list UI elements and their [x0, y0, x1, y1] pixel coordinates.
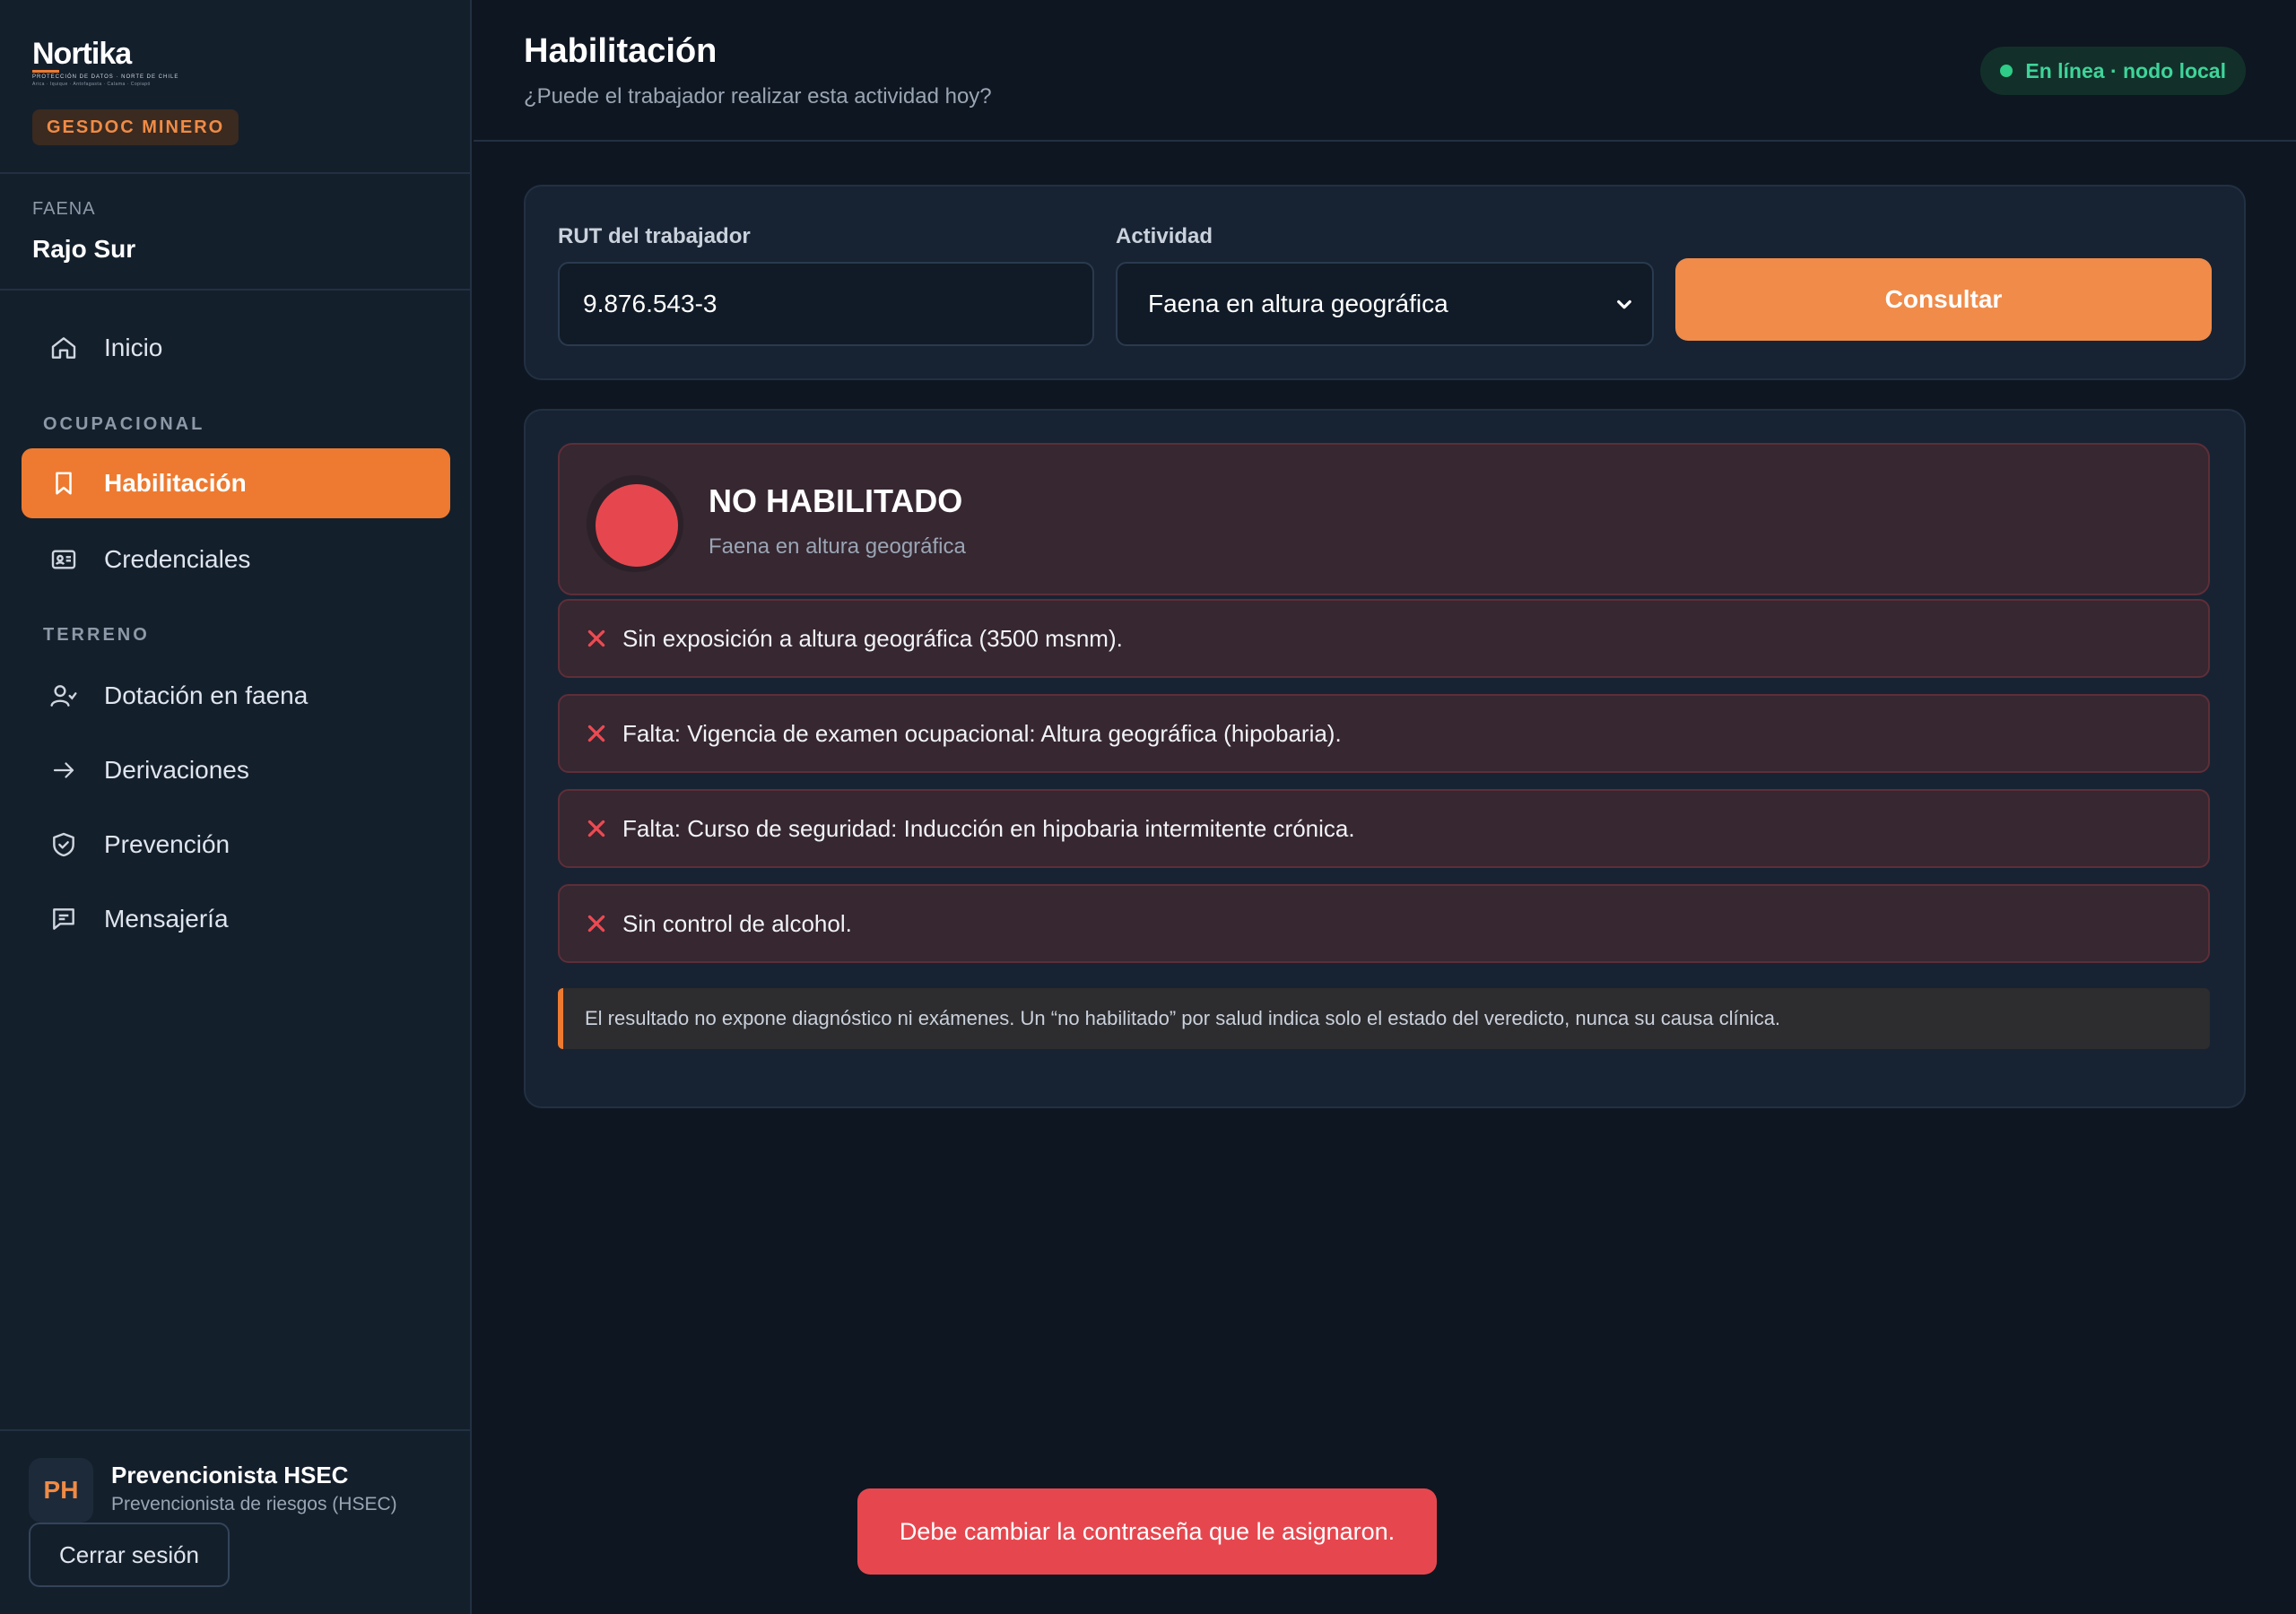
- divider: [0, 289, 472, 291]
- privacy-notice: El resultado no expone diagnóstico ni ex…: [558, 988, 2210, 1049]
- reason-text: Sin control de alcohol.: [622, 909, 852, 937]
- reason-text: Falta: Curso de seguridad: Inducción en …: [622, 814, 1355, 842]
- divider: [0, 1429, 472, 1431]
- site-label: FAENA: [32, 199, 96, 219]
- nav-label: Dotación en faena: [104, 681, 309, 709]
- bookmark-icon: [48, 468, 79, 499]
- nav-item-prevencion[interactable]: Prevención: [22, 810, 450, 880]
- nav-item-credenciales[interactable]: Credenciales: [22, 525, 450, 594]
- id-card-icon: [48, 544, 79, 575]
- activity-select[interactable]: Faena en altura geográfica: [1116, 262, 1654, 346]
- verdict-activity: Faena en altura geográfica: [709, 534, 966, 559]
- nav-item-derivaciones[interactable]: Derivaciones: [22, 735, 450, 805]
- nav-label: Prevención: [104, 830, 230, 858]
- activity-label: Actividad: [1116, 224, 1213, 248]
- reason-item: Falta: Vigencia de examen ocupacional: A…: [558, 694, 2210, 773]
- nav-section-terreno: TERRENO: [43, 625, 150, 645]
- page-subtitle: ¿Puede el trabajador realizar esta activ…: [524, 84, 992, 108]
- reason-text: Falta: Vigencia de examen ocupacional: A…: [622, 719, 1342, 747]
- shield-check-icon: [48, 829, 79, 860]
- divider: [0, 172, 472, 174]
- message-icon: [48, 904, 79, 934]
- nav-label: Derivaciones: [104, 756, 249, 784]
- status-text: En línea · nodo local: [2025, 58, 2226, 82]
- avatar: PH: [29, 1458, 93, 1523]
- activity-select-value: Faena en altura geográfica: [1148, 290, 1448, 317]
- nav-label: Inicio: [104, 334, 163, 361]
- chevron-down-icon: [1611, 291, 1638, 324]
- rut-label: RUT del trabajador: [558, 224, 751, 248]
- user-check-icon: [48, 681, 79, 711]
- query-card: RUT del trabajador Actividad Faena en al…: [524, 185, 2246, 380]
- nav-item-inicio[interactable]: Inicio: [22, 313, 450, 383]
- reason-item: Sin control de alcohol.: [558, 884, 2210, 963]
- nav-label: Credenciales: [104, 545, 251, 573]
- logo-cities: Arica · Iquique · Antofagasta · Calama ·…: [32, 82, 151, 87]
- nav-label: Habilitación: [104, 469, 247, 497]
- nav-item-mensajeria[interactable]: Mensajería: [22, 884, 450, 954]
- status-red-dot-icon: [596, 484, 678, 567]
- site-value: Rajo Sur: [32, 235, 136, 263]
- verdict-title: NO HABILITADO: [709, 482, 963, 519]
- nav-item-dotacion[interactable]: Dotación en faena: [22, 661, 450, 731]
- x-icon: [585, 817, 608, 840]
- nav-label: Mensajería: [104, 905, 229, 933]
- sidebar: Nortika PROTECCIÓN DE DATOS · NORTE DE C…: [0, 0, 472, 1614]
- status-badge: En línea · nodo local: [1980, 47, 2246, 95]
- verdict-banner: NO HABILITADO Faena en altura geográfica: [558, 443, 2210, 595]
- rut-input[interactable]: [558, 262, 1094, 346]
- home-icon: [48, 333, 79, 363]
- reason-text: Sin exposición a altura geográfica (3500…: [622, 624, 1123, 652]
- brand-logo: Nortika PROTECCIÓN DE DATOS · NORTE DE C…: [32, 36, 178, 87]
- consultar-button[interactable]: Consultar: [1675, 258, 2212, 341]
- user-role: Prevencionista de riesgos (HSEC): [111, 1494, 397, 1514]
- password-toast[interactable]: Debe cambiar la contraseña que le asigna…: [857, 1488, 1437, 1575]
- logout-button[interactable]: Cerrar sesión: [29, 1523, 230, 1587]
- status-dot-icon: [2000, 65, 2013, 77]
- user-name: Prevencionista HSEC: [111, 1462, 349, 1488]
- x-icon: [585, 912, 608, 935]
- page-title: Habilitación: [524, 32, 718, 70]
- product-badge: GESDOC MINERO: [32, 109, 239, 145]
- logo-tagline: PROTECCIÓN DE DATOS · NORTE DE CHILE: [32, 74, 179, 80]
- page-header: Habilitación ¿Puede el trabajador realiz…: [474, 0, 2296, 142]
- x-icon: [585, 722, 608, 745]
- nav-item-habilitacion[interactable]: Habilitación: [22, 448, 450, 518]
- arrow-right-icon: [48, 755, 79, 785]
- nav-section-ocupacional: OCUPACIONAL: [43, 414, 205, 434]
- logo-wordmark: Nortika: [32, 37, 132, 71]
- reason-item: Falta: Curso de seguridad: Inducción en …: [558, 789, 2210, 868]
- x-icon: [585, 627, 608, 650]
- reason-item: Sin exposición a altura geográfica (3500…: [558, 599, 2210, 678]
